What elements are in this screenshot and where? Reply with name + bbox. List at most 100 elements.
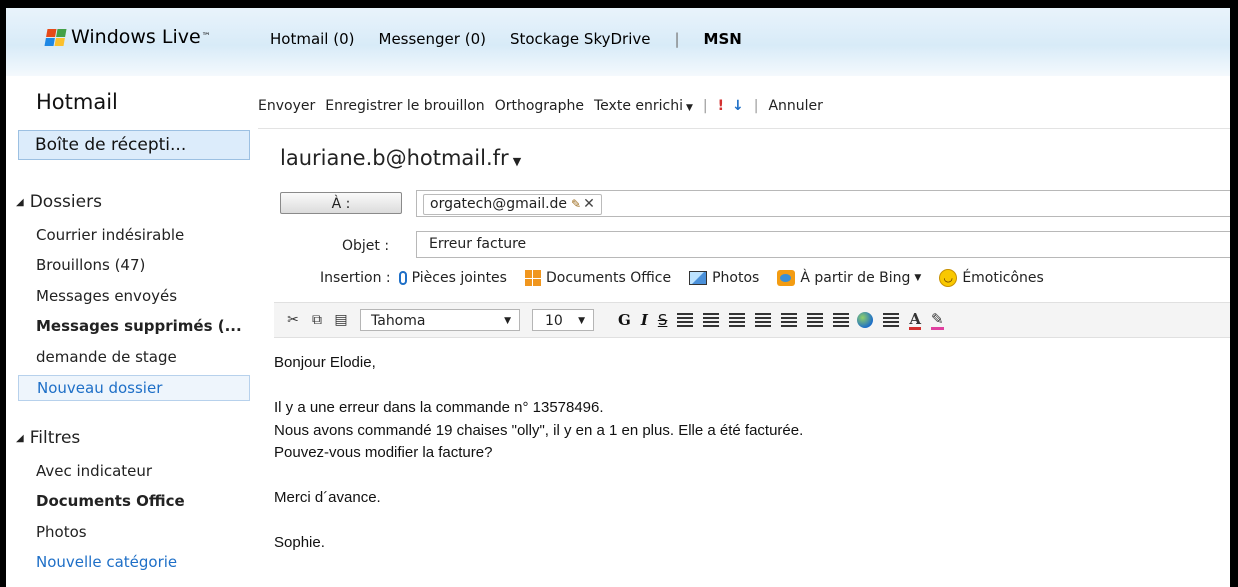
sidebar-item-inbox[interactable]: Boîte de récepti... [18,130,250,160]
nav-skydrive[interactable]: Stockage SkyDrive [510,30,651,48]
body-line: Nous avons commandé 19 chaises "olly", i… [274,421,804,439]
toolbar-separator: | [753,98,759,114]
filters-header[interactable]: ◢ Filtres [16,428,80,448]
body-blank-line [274,377,803,400]
save-draft-button[interactable]: Enregistrer le brouillon [325,98,484,114]
body-blank-line [274,467,803,490]
sidebar-item-sent[interactable]: Messages envoyés [36,287,177,305]
windows-live-brand[interactable]: Windows Live ™ [44,26,211,48]
send-button[interactable]: Envoyer [258,98,315,114]
filter-office-documents[interactable]: Documents Office [36,492,185,510]
paperclip-icon [398,271,407,285]
nav-messenger[interactable]: Messenger (0) [379,30,486,48]
font-size-value: 10 [545,313,563,329]
copy-icon[interactable]: ⧉ [308,311,326,329]
decrease-indent-icon[interactable] [807,313,824,327]
insert-link-globe-icon[interactable] [857,312,874,328]
highlight-pen-icon[interactable]: ✎ [931,311,944,330]
chevron-down-icon: ▼ [578,316,585,326]
sidebar-item-drafts[interactable]: Brouillons (47) [36,256,145,274]
body-line: Sophie. [274,534,325,551]
body-line: Pouvez-vous modifier la facture? [274,444,493,461]
close-icon[interactable]: ✕ [583,196,595,212]
app-title[interactable]: Hotmail [36,90,118,114]
sidebar-item-demande-de-stage[interactable]: demande de stage [36,348,177,366]
pencil-icon[interactable]: ✎ [571,197,581,211]
bing-icon [777,270,796,286]
filters-header-label: Filtres [29,428,81,448]
top-nav: Hotmail (0) Messenger (0) Stockage SkyDr… [270,30,742,48]
smiley-icon [939,269,958,287]
align-left-icon[interactable] [677,313,694,327]
insert-bar: Insertion : Pièces jointes Documents Off… [320,269,1062,287]
nav-separator: | [674,30,680,48]
filter-flagged[interactable]: Avec indicateur [36,462,152,480]
bing-label: À partir de Bing [800,270,911,286]
recipient-address: orgatech@gmail.de [430,196,568,212]
high-importance-icon[interactable]: ! [718,98,724,114]
sidebar-item-deleted[interactable]: Messages supprimés (... [36,317,242,335]
cancel-button[interactable]: Annuler [768,98,822,114]
font-family-select[interactable]: Tahoma ▼ [360,309,520,331]
spelling-button[interactable]: Orthographe [495,98,584,114]
insert-label: Insertion : [320,270,391,286]
photos-label: Photos [712,270,760,286]
increase-indent-icon[interactable] [833,313,850,327]
align-right-icon[interactable] [729,313,746,327]
chevron-down-icon: ▼ [914,273,922,283]
filter-photos[interactable]: Photos [36,523,87,541]
attachments-label: Pièces jointes [411,270,507,286]
insert-emoticons-button[interactable]: Émoticônes [939,269,1044,287]
insert-from-bing-dropdown[interactable]: À partir de Bing ▼ [777,270,921,286]
italic-button[interactable]: I [641,311,648,329]
office-docs-label: Documents Office [545,270,672,286]
strikethrough-button[interactable]: S [658,311,668,329]
to-field[interactable]: orgatech@gmail.de ✎ ✕ [416,190,1230,217]
sidebar: Hotmail Boîte de récepti... ◢ Dossiers Co… [6,76,258,587]
font-size-select[interactable]: 10 ▼ [532,309,594,331]
nav-hotmail[interactable]: Hotmail (0) [270,30,355,48]
chevron-down-icon: ▼ [504,316,511,326]
office-documents-icon [524,270,541,286]
collapse-triangle-icon: ◢ [16,196,24,208]
message-body-editor[interactable]: Bonjour Elodie, Il y a une erreur dans l… [274,354,803,557]
toolbar-divider [258,128,1230,129]
subject-field[interactable]: Erreur facture [416,231,1230,258]
line-spacing-icon[interactable] [883,313,900,327]
photo-icon [689,271,708,285]
recipient-chip[interactable]: orgatech@gmail.de ✎ ✕ [423,194,602,215]
subject-label: Objet : [342,238,390,254]
chevron-down-icon: ▼ [512,155,522,168]
paste-icon[interactable]: ▤ [332,311,350,329]
folders-header[interactable]: ◢ Dossiers [16,192,102,212]
font-family-value: Tahoma [371,313,426,329]
collapse-triangle-icon: ◢ [16,432,24,444]
rich-text-label: Texte enrichi [594,98,683,114]
new-category-link[interactable]: Nouvelle catégorie [36,553,177,571]
body-line: Bonjour Elodie, [274,354,376,371]
bulleted-list-icon[interactable] [781,313,798,327]
chevron-down-icon: ▼ [685,103,693,113]
nav-msn[interactable]: MSN [704,30,742,48]
from-address: lauriane.b@hotmail.fr [280,146,509,170]
to-button[interactable]: À : [280,192,402,214]
insert-attachments-button[interactable]: Pièces jointes [398,270,507,286]
body-line: Il y a une erreur dans la commande n° 13… [274,399,604,416]
window-frame-top [0,0,1238,8]
new-folder-link[interactable]: Nouveau dossier [18,375,250,401]
rich-text-dropdown[interactable]: Texte enrichi ▼ [594,98,693,114]
folders-header-label: Dossiers [29,192,102,212]
brand-label: Windows Live [71,26,201,48]
align-center-icon[interactable] [703,313,720,327]
bold-button[interactable]: G [618,311,631,329]
insert-office-docs-button[interactable]: Documents Office [524,270,672,286]
cut-icon[interactable]: ✂ [284,311,302,329]
trademark-sign: ™ [201,32,211,42]
low-importance-icon[interactable]: ↓ [732,98,744,114]
windows-live-header: Windows Live ™ Hotmail (0) Messenger (0) … [6,8,1230,76]
from-account-selector[interactable]: lauriane.b@hotmail.fr ▼ [280,146,521,170]
font-color-button[interactable]: A [909,311,922,330]
insert-photos-button[interactable]: Photos [689,270,759,286]
sidebar-item-junk[interactable]: Courrier indésirable [36,226,184,244]
numbered-list-icon[interactable] [755,313,772,327]
